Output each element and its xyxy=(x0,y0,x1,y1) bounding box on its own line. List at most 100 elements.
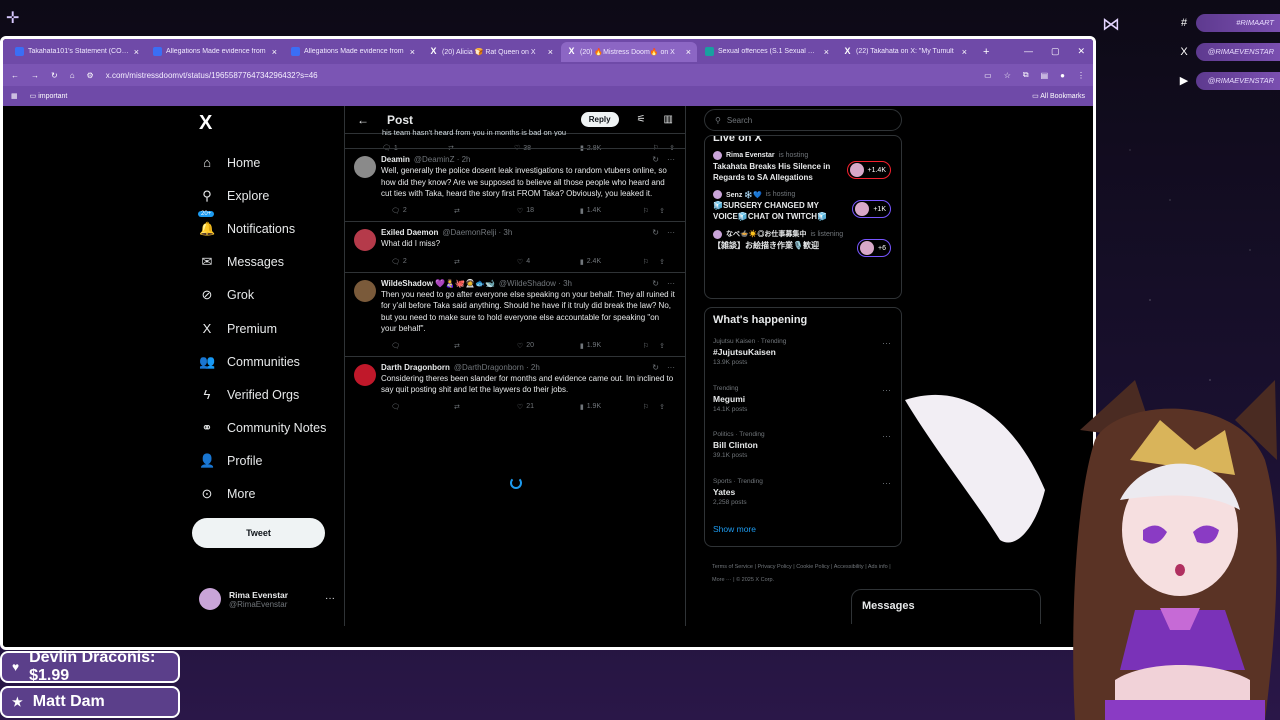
avatar[interactable] xyxy=(354,156,376,178)
trend-item[interactable]: Sports · Trending Yates 2,258 posts ··· xyxy=(713,478,893,525)
trend-item[interactable]: Jujutsu Kaisen · Trending #JujutsuKaisen 1… xyxy=(713,338,893,385)
home-browser-icon[interactable]: ⌂ xyxy=(70,71,75,80)
footer-link[interactable]: More ··· xyxy=(712,577,732,583)
forward-icon[interactable]: → xyxy=(31,71,39,80)
nav-item-community-notes[interactable]: ⚭ Community Notes xyxy=(193,412,343,445)
more-dots-icon[interactable]: ··· xyxy=(667,228,675,237)
filter-icon[interactable]: ⚟ xyxy=(637,114,646,125)
more-dots-icon[interactable]: ··· xyxy=(882,338,891,348)
bookmark-icon[interactable]: ⚐ xyxy=(643,403,649,411)
close-icon[interactable]: × xyxy=(134,47,139,57)
bookmark-icon[interactable]: ⚐ xyxy=(643,342,649,350)
maximize-icon[interactable]: ▢ xyxy=(1051,46,1060,57)
nav-item-more[interactable]: ⊙ More xyxy=(193,478,343,511)
retweet-action[interactable]: ⇄ xyxy=(454,403,517,411)
back-icon[interactable]: ← xyxy=(11,71,19,80)
trend-item[interactable]: Politics · Trending Bill Clinton 39.1K pos… xyxy=(713,431,893,478)
more-dots-icon[interactable]: ··· xyxy=(882,431,891,441)
like-action[interactable]: ♡ 20 xyxy=(517,342,580,350)
close-icon[interactable]: × xyxy=(410,47,415,57)
account-switcher[interactable]: Rima Evenstar @RimaEvenstar ··· xyxy=(199,588,335,610)
footer-link[interactable]: Terms of Service xyxy=(712,564,753,570)
back-arrow-icon[interactable]: ← xyxy=(357,113,369,127)
reply-tweet[interactable]: Exiled Daemon @DaemonRelji · 3h What did I… xyxy=(345,220,685,272)
close-icon[interactable]: × xyxy=(548,47,553,57)
tab-3[interactable]: X (20) Alicia 🍞 Rat Queen on X × xyxy=(423,42,559,62)
tab-6[interactable]: X (22) Takahata on X: "My Tumult × xyxy=(837,42,973,62)
more-dots-icon[interactable]: ··· xyxy=(667,279,675,288)
nav-item-verified-orgs[interactable]: ϟ Verified Orgs xyxy=(193,378,343,411)
reply-action[interactable]: 🗨 xyxy=(391,403,454,411)
nav-item-messages[interactable]: ✉ Messages xyxy=(193,246,343,279)
author-name[interactable]: Exiled Daemon xyxy=(381,228,438,237)
more-dots-icon[interactable]: ··· xyxy=(882,478,891,488)
share-icon[interactable]: ⇪ xyxy=(659,258,665,266)
footer-link[interactable]: Privacy Policy xyxy=(757,564,791,570)
close-icon[interactable]: × xyxy=(272,47,277,57)
reply-action[interactable]: 🗨 2 xyxy=(391,258,454,266)
profile-avatar-icon[interactable]: ● xyxy=(1060,71,1065,80)
more-dots-icon[interactable]: ··· xyxy=(667,363,675,372)
nav-item-premium[interactable]: X Premium xyxy=(193,312,343,345)
views-action[interactable]: ▮ 2.4K xyxy=(580,258,643,266)
author-name[interactable]: Darth Dragonborn xyxy=(381,363,450,372)
tab-4[interactable]: X (20) 🔥Mistress Doom🔥 on X × xyxy=(561,41,697,62)
reply-tweet[interactable]: Deamin @DeaminZ · 2h Well, generally the p… xyxy=(345,148,685,221)
tweet-button[interactable]: Tweet xyxy=(192,518,325,548)
more-dots-icon[interactable]: ··· xyxy=(325,593,335,604)
listener-pill[interactable]: +1.4K xyxy=(846,161,891,179)
author-handle[interactable]: @DeaminZ · 2h xyxy=(414,155,471,164)
like-action[interactable]: ♡ 4 xyxy=(517,258,580,266)
site-info-icon[interactable]: ⚙ xyxy=(87,71,94,80)
bookmark-icon[interactable]: ⚐ xyxy=(643,258,649,266)
like-action[interactable]: ♡ 18 xyxy=(517,207,580,215)
menu-kebab-icon[interactable]: ⋮ xyxy=(1077,71,1085,80)
author-name[interactable]: WildeShadow 💜👩‍🍼🐙🧑‍🚀🐟🐋 xyxy=(381,279,495,288)
star-bookmark-icon[interactable]: ☆ xyxy=(1004,71,1011,80)
grok-explain-icon[interactable]: ↻ xyxy=(652,228,659,237)
views-action[interactable]: ▮ 1.9K xyxy=(580,403,643,411)
all-bookmarks[interactable]: ▭ All Bookmarks xyxy=(1032,92,1085,100)
retweet-action[interactable]: ⇄ xyxy=(454,207,517,215)
listener-pill[interactable]: +6 xyxy=(857,239,891,257)
close-icon[interactable]: × xyxy=(824,47,829,57)
extensions-icon[interactable]: ⧉ xyxy=(1023,70,1029,80)
reply-action[interactable]: 🗨 2 xyxy=(391,207,454,215)
views-action[interactable]: ▮ 1.9K xyxy=(580,342,643,350)
tab-5[interactable]: Sexual offences (S.1 Sexual Offences × xyxy=(699,42,835,62)
live-item[interactable]: なべ🍲☀️◎お仕事募集中 is listening 【雑談】お絵描き作業🎙️歓迎 +6 xyxy=(713,229,893,257)
more-dots-icon[interactable]: ··· xyxy=(882,385,891,395)
footer-link[interactable]: Accessibility xyxy=(834,564,864,570)
reader-icon[interactable]: ▥ xyxy=(664,114,673,125)
footer-link[interactable]: Ads info xyxy=(868,564,888,570)
install-icon[interactable]: ▭ xyxy=(984,71,992,80)
minimize-icon[interactable]: — xyxy=(1024,46,1033,57)
nav-item-home[interactable]: ⌂ Home xyxy=(193,146,343,179)
show-more-link[interactable]: Show more xyxy=(713,524,893,534)
footer-link[interactable]: © 2025 X Corp. xyxy=(736,577,774,583)
nav-item-grok[interactable]: ⊘ Grok xyxy=(193,279,343,312)
grok-explain-icon[interactable]: ↻ xyxy=(652,279,659,288)
retweet-action[interactable]: ⇄ xyxy=(454,342,517,350)
reply-tweet[interactable]: Darth Dragonborn @DarthDragonborn · 2h Con… xyxy=(345,355,685,417)
reply-action[interactable]: 🗨 xyxy=(391,342,454,350)
x-logo-icon[interactable]: X xyxy=(199,112,343,136)
live-item[interactable]: Senz ❄️💙 is hosting 🧊SURGERY CHANGED MY VO… xyxy=(713,190,893,222)
footer-link[interactable]: Cookie Policy xyxy=(796,564,829,570)
tab-1[interactable]: Allegations Made evidence from × xyxy=(147,42,283,62)
share-icon[interactable]: ⇪ xyxy=(659,207,665,215)
nav-item-communities[interactable]: 👥 Communities xyxy=(193,345,343,378)
reply-tweet[interactable]: WildeShadow 💜👩‍🍼🐙🧑‍🚀🐟🐋 @WildeShadow · 3h T… xyxy=(345,271,685,356)
reload-icon[interactable]: ↻ xyxy=(51,71,58,80)
url-field[interactable]: x.com/mistressdoomvt/status/196558776473… xyxy=(106,71,972,80)
apps-grid-icon[interactable]: ▦ xyxy=(11,92,18,100)
avatar[interactable] xyxy=(354,279,376,302)
grok-explain-icon[interactable]: ↻ xyxy=(652,155,659,164)
bookmark-folder[interactable]: ▭ important xyxy=(30,92,68,100)
nav-item-notifications[interactable]: 🔔 20+ Notifications xyxy=(193,211,343,245)
retweet-action[interactable]: ⇄ xyxy=(454,258,517,266)
nav-item-explore[interactable]: ⚲ Explore xyxy=(193,179,343,212)
avatar[interactable] xyxy=(354,363,376,386)
views-action[interactable]: ▮ 1.4K xyxy=(580,207,643,215)
author-handle[interactable]: @WildeShadow · 3h xyxy=(499,279,572,288)
